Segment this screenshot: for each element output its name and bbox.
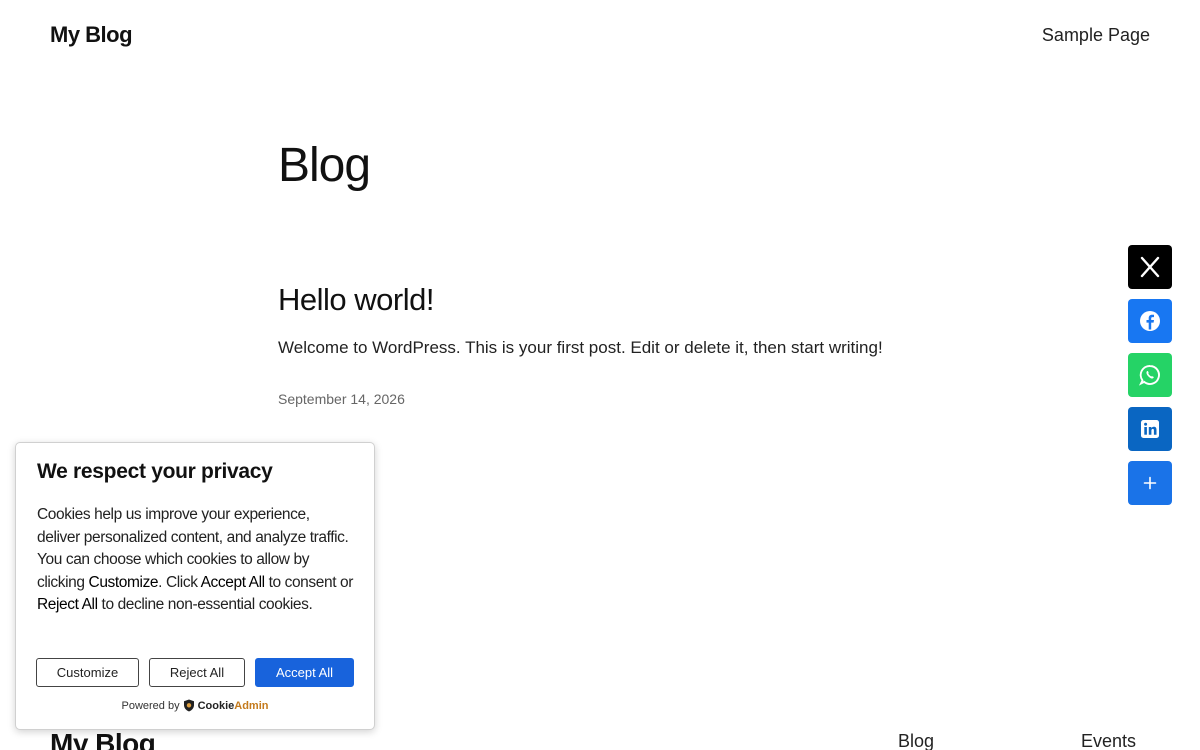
post-date: September 14, 2026 — [278, 391, 405, 407]
brand-part-admin: Admin — [234, 699, 269, 712]
linkedin-icon — [1141, 420, 1159, 438]
cookie-text-part: to consent or — [264, 573, 354, 591]
x-icon — [1140, 256, 1160, 278]
share-whatsapp-button[interactable] — [1128, 353, 1172, 397]
share-more-button[interactable] — [1128, 461, 1172, 505]
page-title: Blog — [278, 139, 371, 192]
site-title[interactable]: My Blog — [50, 22, 133, 48]
share-x-button[interactable] — [1128, 245, 1172, 289]
powered-by-label: Powered by — [121, 699, 180, 712]
cookie-banner-text: Cookies help us improve your experience,… — [37, 504, 354, 617]
nav-link-sample-page[interactable]: Sample Page — [1042, 25, 1150, 46]
footer-link-blog[interactable]: Blog — [898, 731, 934, 750]
customize-term: Customize — [88, 573, 159, 591]
shield-icon — [183, 699, 194, 712]
cookie-text-part: . Click — [158, 573, 201, 591]
customize-button[interactable]: Customize — [36, 658, 139, 687]
reject-term: Reject All — [37, 596, 98, 613]
reject-all-button[interactable]: Reject All — [149, 658, 245, 687]
post-excerpt: Welcome to WordPress. This is your first… — [278, 338, 883, 357]
share-facebook-button[interactable] — [1128, 299, 1172, 343]
footer-site-title[interactable]: My Blog — [50, 728, 156, 750]
cookie-button-row: Customize Reject All Accept All — [36, 658, 354, 687]
share-linkedin-button[interactable] — [1128, 407, 1172, 451]
accept-all-button[interactable]: Accept All — [255, 658, 354, 687]
brand-part-cookie: Cookie — [197, 699, 235, 712]
cookie-consent-banner: We respect your privacy Cookies help us … — [15, 442, 375, 730]
footer-link-events[interactable]: Events — [1081, 731, 1136, 750]
whatsapp-icon — [1138, 365, 1160, 386]
post-title[interactable]: Hello world! — [278, 282, 434, 318]
cookie-text-part: to decline non-essential cookies. — [97, 596, 313, 613]
cookieadmin-logo[interactable]: CookieAdmin — [198, 700, 269, 712]
facebook-icon — [1140, 311, 1160, 331]
powered-by: Powered by CookieAdmin — [16, 699, 374, 712]
share-bar — [1128, 245, 1172, 515]
cookie-banner-heading: We respect your privacy — [37, 460, 273, 483]
accept-term: Accept All — [200, 573, 265, 591]
plus-icon — [1143, 476, 1157, 490]
